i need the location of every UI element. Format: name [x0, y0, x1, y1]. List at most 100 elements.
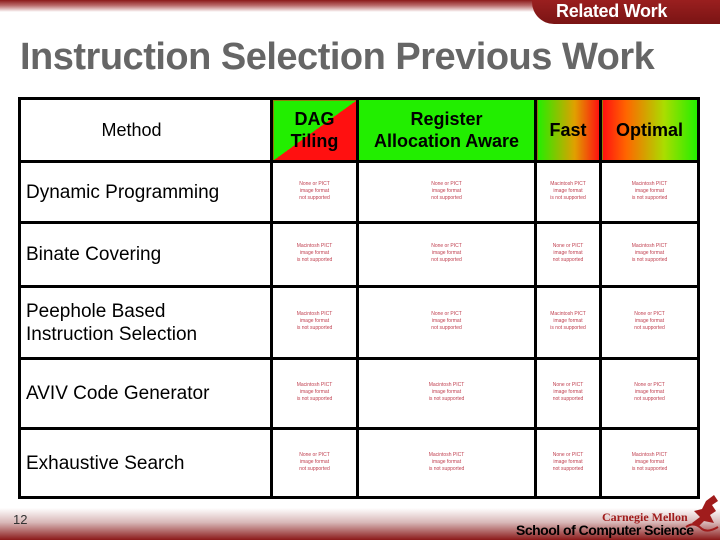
column-header-register-allocation-aware: Register Allocation Aware — [356, 97, 537, 163]
placeholder-text: not supported — [552, 257, 584, 263]
image-placeholder-cell: None or PICT image format not supported — [270, 427, 359, 499]
placeholder-text: image format — [299, 318, 330, 324]
method-name: Binate Covering — [18, 221, 273, 288]
unsupported-image-placeholder: Macintosh PICT image format is not support… — [421, 382, 473, 403]
column-header-fast: Fast — [534, 97, 602, 163]
header-line: DAG — [294, 109, 335, 129]
placeholder-text: not supported — [431, 325, 462, 331]
placeholder-text: Macintosh PICT — [428, 382, 465, 388]
placeholder-text: Macintosh PICT — [631, 180, 668, 187]
image-placeholder-cell: None or PICT image format not supported — [534, 357, 602, 430]
placeholder-text: image format — [553, 458, 583, 465]
placeholder-text: image format — [553, 250, 583, 256]
placeholder-text: is not supported — [631, 257, 668, 263]
unsupported-image-placeholder: Macintosh PICT image format is not support… — [624, 181, 676, 202]
unsupported-image-placeholder: Macintosh PICT image format is not support… — [421, 452, 473, 473]
placeholder-text: image format — [299, 458, 330, 465]
image-placeholder-cell: None or PICT image format not supported — [534, 221, 602, 288]
placeholder-text: None or PICT — [634, 382, 665, 388]
unsupported-image-placeholder: None or PICT image format not supported — [421, 181, 473, 202]
placeholder-text: Macintosh PICT — [550, 311, 586, 317]
unsupported-image-placeholder: Macintosh PICT image format is not support… — [289, 243, 341, 264]
placeholder-text: None or PICT — [552, 382, 584, 388]
image-placeholder-cell: None or PICT image format not supported — [356, 285, 537, 360]
placeholder-text: None or PICT — [299, 180, 330, 187]
unsupported-image-placeholder: Macintosh PICT image format is not support… — [289, 311, 341, 332]
school-name: School of Computer Science — [516, 522, 694, 538]
header-line: Register — [410, 109, 483, 129]
table-row: Exhaustive Search None or PICT image forma… — [18, 427, 700, 499]
method-name-line: Binate Covering — [26, 244, 162, 265]
column-header-dag-tiling: DAG Tiling — [270, 97, 359, 163]
unsupported-image-placeholder: Macintosh PICT image format is not support… — [542, 181, 594, 202]
placeholder-text: not supported — [299, 194, 330, 201]
placeholder-text: is not supported — [296, 396, 333, 402]
placeholder-text: image format — [431, 187, 462, 194]
image-placeholder-cell: Macintosh PICT image format is not support… — [599, 221, 700, 288]
placeholder-text: None or PICT — [634, 311, 665, 317]
placeholder-text: not supported — [299, 465, 330, 472]
image-placeholder-cell: Macintosh PICT image format is not support… — [599, 160, 700, 224]
method-name-line: AVIV Code Generator — [26, 383, 210, 404]
image-placeholder-cell: Macintosh PICT image format is not support… — [534, 285, 602, 360]
unsupported-image-placeholder: None or PICT image format not supported — [542, 382, 594, 403]
image-placeholder-cell: None or PICT image format not supported — [270, 160, 359, 224]
placeholder-text: None or PICT — [299, 451, 330, 458]
method-name: Exhaustive Search — [18, 427, 273, 499]
placeholder-text: None or PICT — [431, 180, 462, 187]
placeholder-text: is not supported — [428, 396, 465, 402]
placeholder-text: not supported — [431, 194, 462, 201]
column-header-optimal: Optimal — [599, 97, 700, 163]
unsupported-image-placeholder: Macintosh PICT image format is not support… — [289, 382, 341, 403]
placeholder-text: Macintosh PICT — [296, 243, 333, 249]
image-placeholder-cell: None or PICT image format not supported — [534, 427, 602, 499]
placeholder-text: image format — [634, 187, 665, 194]
table-row: Peephole Based Instruction Selection Macin… — [18, 285, 700, 360]
image-placeholder-cell: Macintosh PICT image format is not support… — [270, 221, 359, 288]
placeholder-text: image format — [299, 187, 330, 194]
placeholder-text: image format — [634, 389, 665, 395]
column-header-method: Method — [18, 97, 273, 163]
image-placeholder-cell: Macintosh PICT image format is not support… — [270, 357, 359, 430]
placeholder-text: Macintosh PICT — [428, 451, 465, 458]
method-name-line: Peephole Based — [26, 300, 166, 322]
image-placeholder-cell: Macintosh PICT image format is not support… — [534, 160, 602, 224]
placeholder-text: image format — [431, 318, 462, 324]
placeholder-text: Macintosh PICT — [631, 243, 668, 249]
unsupported-image-placeholder: Macintosh PICT image format is not support… — [624, 243, 676, 264]
method-name: Dynamic Programming — [18, 160, 273, 224]
slide-title: Instruction Selection Previous Work — [20, 36, 655, 78]
placeholder-text: None or PICT — [552, 451, 584, 458]
placeholder-text: not supported — [634, 396, 665, 402]
placeholder-text: image format — [553, 389, 583, 395]
placeholder-text: image format — [634, 318, 665, 324]
unsupported-image-placeholder: Macintosh PICT image format is not support… — [624, 452, 676, 473]
placeholder-text: image format — [431, 250, 462, 256]
unsupported-image-placeholder: Macintosh PICT image format is not support… — [542, 311, 594, 332]
unsupported-image-placeholder: None or PICT image format not supported — [421, 311, 473, 332]
placeholder-text: is not supported — [296, 325, 333, 331]
unsupported-image-placeholder: None or PICT image format not supported — [542, 243, 594, 264]
image-placeholder-cell: None or PICT image format not supported — [599, 357, 700, 430]
unsupported-image-placeholder: None or PICT image format not supported — [624, 382, 676, 403]
unsupported-image-placeholder: None or PICT image format not supported — [624, 311, 676, 332]
table-row: Dynamic Programming None or PICT image for… — [18, 160, 700, 224]
unsupported-image-placeholder: None or PICT image format not supported — [421, 243, 473, 264]
placeholder-text: is not supported — [428, 465, 465, 472]
placeholder-text: is not supported — [296, 257, 333, 263]
placeholder-text: Macintosh PICT — [296, 311, 333, 317]
placeholder-text: image format — [634, 458, 665, 465]
placeholder-text: not supported — [552, 465, 584, 472]
table-row: AVIV Code Generator Macintosh PICT image f… — [18, 357, 700, 430]
comparison-table: Method DAG Tiling Register Allocation Aw… — [18, 97, 700, 499]
placeholder-text: None or PICT — [552, 243, 584, 249]
method-name-line: Instruction Selection — [26, 323, 198, 345]
placeholder-text: image format — [553, 187, 583, 194]
placeholder-text: not supported — [634, 325, 665, 331]
placeholder-text: image format — [431, 458, 462, 465]
placeholder-text: image format — [634, 250, 665, 256]
page-number: 12 — [13, 512, 28, 527]
placeholder-text: image format — [299, 389, 330, 395]
placeholder-text: is not supported — [631, 194, 668, 201]
placeholder-text: None or PICT — [431, 243, 462, 249]
